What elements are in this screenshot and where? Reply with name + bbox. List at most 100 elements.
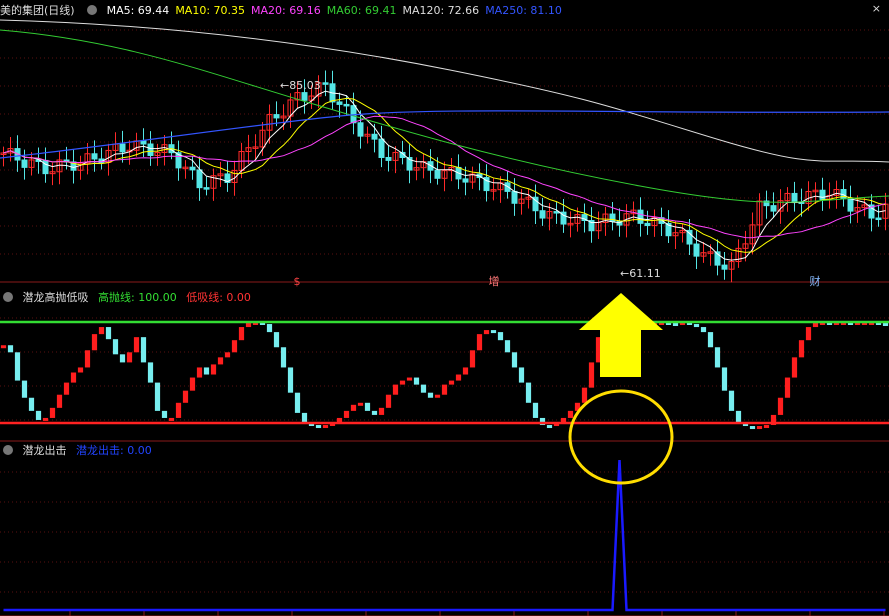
oscillator-bar bbox=[581, 387, 588, 403]
oscillator-bar bbox=[763, 425, 770, 429]
oscillator-bar bbox=[273, 332, 280, 348]
oscillator-bar bbox=[385, 394, 392, 408]
oscillator-bar bbox=[343, 410, 350, 418]
candle-body bbox=[644, 222, 651, 227]
oscillator-bar bbox=[266, 324, 273, 333]
oscillator-bar bbox=[434, 394, 441, 398]
signal-panel-header: 潜龙出击 潜龙出击: 0.00 bbox=[0, 443, 158, 459]
signal-title: 潜龙出击 bbox=[22, 444, 67, 457]
oscillator-bar bbox=[154, 382, 161, 411]
oscillator-bar bbox=[525, 382, 532, 403]
oscillator-bar bbox=[476, 334, 483, 351]
oscillator-bar bbox=[721, 367, 728, 391]
candle-body bbox=[322, 82, 329, 85]
oscillator-bar bbox=[210, 364, 217, 375]
oscillator-bar bbox=[693, 324, 700, 328]
oscillator-bar bbox=[784, 377, 791, 398]
ma-legend-item: MA20: 69.16 bbox=[251, 4, 321, 17]
oscillator-bar bbox=[63, 382, 70, 395]
oscillator-bar bbox=[735, 410, 742, 423]
oscillator-bar bbox=[805, 327, 812, 341]
oscillator-bar bbox=[315, 425, 322, 429]
oscillator-bar bbox=[462, 367, 469, 375]
ma-legend-item: MA60: 69.41 bbox=[326, 4, 397, 17]
chart-canvas: ←85.03 ←61.11 $ 增 财 bbox=[0, 19, 889, 616]
candle-body bbox=[357, 122, 364, 137]
ma-line bbox=[0, 110, 889, 159]
candle-body bbox=[462, 178, 469, 183]
oscillator-bar bbox=[364, 402, 371, 411]
oscillator-bar bbox=[518, 367, 525, 383]
candle-body bbox=[847, 198, 854, 212]
signal-line bbox=[3, 459, 886, 612]
oscillator-bar bbox=[882, 323, 889, 327]
candle-body bbox=[721, 264, 728, 270]
oscillator-bar bbox=[196, 367, 203, 378]
oscillator-bar bbox=[98, 327, 105, 335]
oscillator-bar bbox=[350, 404, 357, 411]
oscillator-bar bbox=[728, 390, 735, 411]
oscillator-bar bbox=[0, 345, 7, 349]
price-high-label: ←85.03 bbox=[280, 79, 321, 92]
candle-body bbox=[693, 243, 700, 257]
ma-line bbox=[0, 19, 889, 163]
candle-body bbox=[385, 156, 392, 161]
oscillator-bar bbox=[707, 332, 714, 348]
price-panel: ←85.03 ←61.11 $ 增 财 bbox=[0, 19, 889, 288]
candle-body bbox=[875, 217, 882, 221]
oscillator-bar bbox=[798, 340, 805, 358]
gear-icon[interactable] bbox=[3, 292, 13, 302]
oscillator-bar bbox=[133, 337, 140, 353]
candle-body bbox=[770, 205, 777, 212]
oscillator-bar bbox=[413, 377, 420, 385]
candle-body bbox=[371, 133, 378, 140]
oscillator-bar bbox=[672, 323, 679, 327]
candle-body bbox=[21, 159, 28, 168]
candle-body bbox=[203, 187, 210, 190]
event-marker: 财 bbox=[810, 274, 821, 288]
oscillator-bar bbox=[777, 397, 784, 415]
oscillator-bar bbox=[420, 384, 427, 393]
oscillator-panel-header: 潜龙高抛低吸 高抛线: 100.00 低吸线: 0.00 bbox=[0, 290, 257, 306]
oscillator-bar bbox=[532, 402, 539, 418]
oscillator-bar bbox=[791, 357, 798, 378]
oscillator-bar bbox=[322, 425, 329, 429]
candle-body bbox=[42, 159, 49, 175]
close-icon[interactable]: × bbox=[872, 2, 881, 15]
oscillator-bar bbox=[119, 354, 126, 363]
ma-legend-item: MA250: 81.10 bbox=[485, 4, 562, 17]
oscillator-bar bbox=[147, 362, 154, 383]
ma-legend-item: MA120: 72.66 bbox=[402, 4, 480, 17]
candle-body bbox=[147, 143, 154, 156]
candle-body bbox=[189, 166, 196, 171]
signal-panel bbox=[3, 459, 886, 612]
oscillator-bar bbox=[448, 380, 455, 385]
oscillator-bar bbox=[42, 417, 49, 421]
candle-body bbox=[91, 153, 98, 160]
oscillator-bar bbox=[231, 340, 238, 353]
oscillator-bar bbox=[406, 377, 413, 381]
oscillator-bar bbox=[175, 402, 182, 418]
oscillator-bar bbox=[567, 410, 574, 418]
oscillator-bar bbox=[189, 377, 196, 391]
event-marker: $ bbox=[294, 275, 301, 288]
gear-icon[interactable] bbox=[3, 445, 13, 455]
stock-title: 美的集团(日线) bbox=[0, 4, 75, 17]
candle-body bbox=[609, 213, 616, 222]
oscillator-bar bbox=[714, 347, 721, 368]
oscillator-bar bbox=[399, 380, 406, 385]
oscillator-bar bbox=[427, 392, 434, 398]
signal-value-label: 潜龙出击: 0.00 bbox=[76, 444, 152, 457]
oscillator-bar bbox=[217, 357, 224, 365]
oscillator-bar bbox=[756, 426, 763, 430]
oscillator-bar bbox=[35, 410, 42, 420]
oscillator-bar bbox=[455, 374, 462, 381]
gear-icon[interactable] bbox=[87, 5, 98, 15]
ma-legend-item: MA10: 70.35 bbox=[175, 4, 246, 17]
event-marker: 增 bbox=[489, 274, 500, 288]
oscillator-bar bbox=[28, 397, 35, 411]
indicator-title: 潜龙高抛低吸 bbox=[22, 291, 89, 304]
oscillator-bar bbox=[546, 425, 553, 429]
oscillator-bar bbox=[490, 330, 497, 334]
oscillator-bar bbox=[224, 352, 231, 358]
